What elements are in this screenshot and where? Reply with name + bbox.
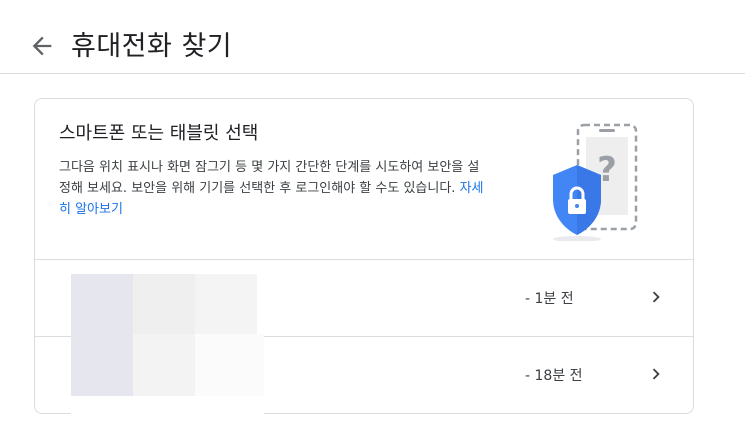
page-header: 휴대전화 찾기 <box>0 0 745 74</box>
chevron-right-icon <box>652 368 660 380</box>
arrow-back-icon[interactable] <box>28 32 56 60</box>
page-title: 휴대전화 찾기 <box>71 31 233 62</box>
device-last-seen: - 1분 전 <box>525 291 574 307</box>
chevron-right-icon <box>652 291 660 303</box>
redacted-device-names <box>36 174 264 414</box>
phone-shield-lock-icon: ? <box>553 123 638 241</box>
device-last-seen: - 18분 전 <box>525 368 583 384</box>
card-title: 스마트폰 또는 태블릿 선택 <box>59 123 259 144</box>
